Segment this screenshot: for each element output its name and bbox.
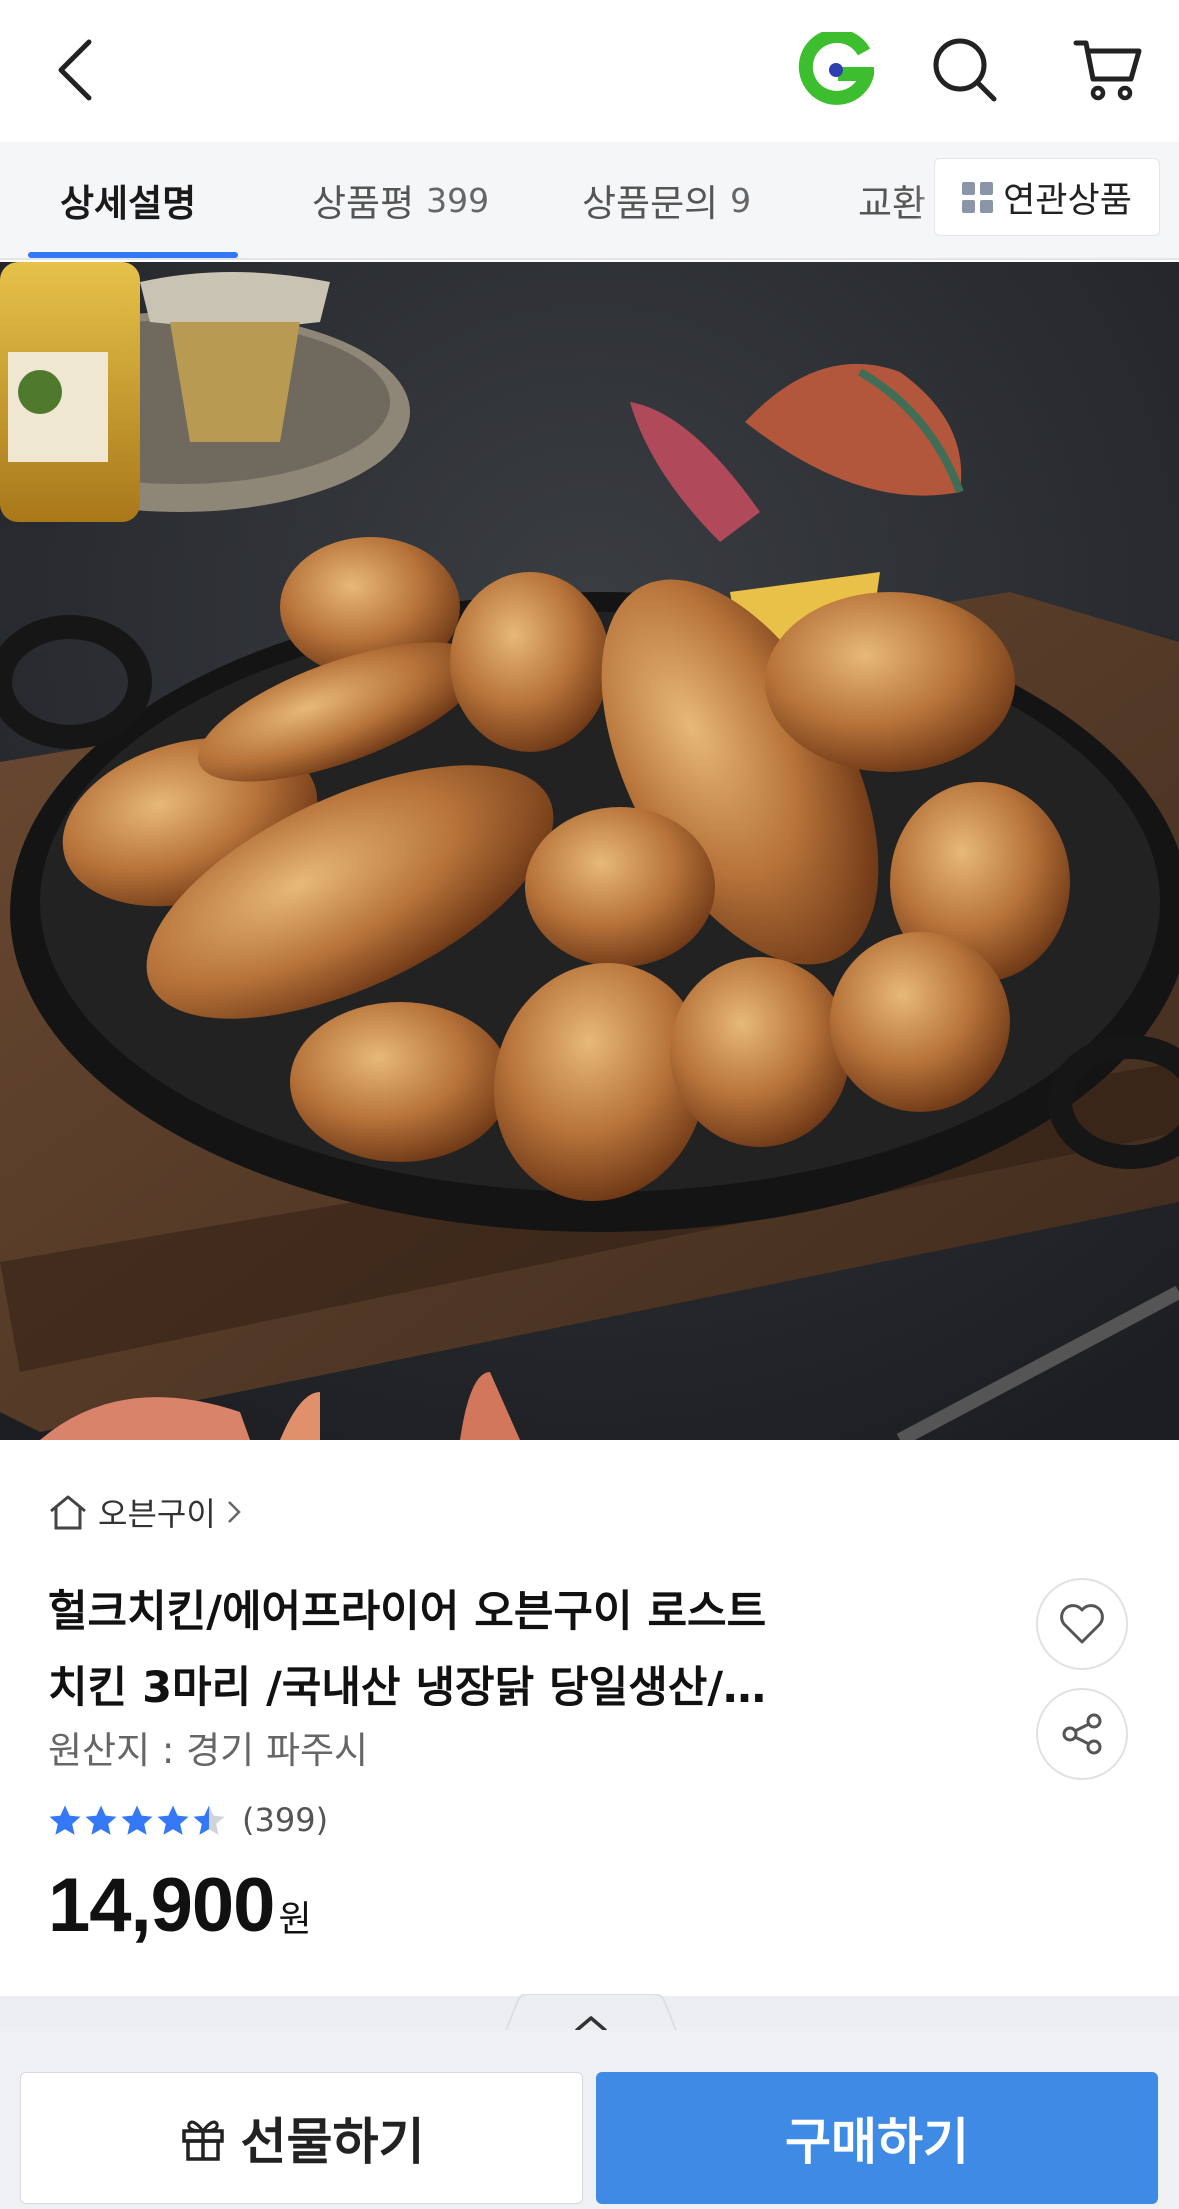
wishlist-button[interactable] (1036, 1578, 1128, 1670)
tab-label: 상품평 (312, 182, 415, 225)
buy-label: 구매하기 (785, 2113, 969, 2171)
tab-exchange[interactable]: 교환 (858, 142, 926, 258)
rating-count: (399) (242, 1801, 329, 1839)
rating[interactable]: (399) (48, 1796, 328, 1844)
tab-label: 상품문의 (582, 182, 719, 225)
chevron-left-icon (58, 39, 92, 101)
shop-name: 오븐구이 (98, 1495, 216, 1533)
shop-link[interactable]: 오븐구이 (48, 1488, 242, 1536)
grid-icon (962, 181, 994, 213)
roast-chicken-photo (0, 262, 1179, 1440)
back-button[interactable] (40, 30, 110, 110)
product-title-line2: 치킨 3마리 /국내산 냉장닭 당일생산/… (48, 1663, 767, 1713)
tab-count: 399 (426, 180, 490, 220)
search-icon (933, 38, 997, 102)
gmarket-logo[interactable] (776, 30, 896, 110)
related-products-label: 연관상품 (1003, 180, 1132, 221)
product-title: 헐크치킨/에어프라이어 오븐구이 로스트 치킨 3마리 /국내산 냉장닭 당일생… (48, 1574, 948, 1726)
share-button[interactable] (1036, 1688, 1128, 1780)
price-amount: 14,900 (48, 1863, 275, 1948)
home-icon (48, 1493, 88, 1531)
buy-button[interactable]: 구매하기 (596, 2072, 1158, 2204)
active-tab-indicator (28, 252, 238, 258)
detail-tabs: 상세설명 상품평 399 상품문의 9 교환 연관상품 (0, 142, 1179, 260)
gift-button[interactable]: 선물하기 (20, 2072, 583, 2204)
star-icon (85, 1805, 117, 1835)
product-title-line1: 헐크치킨/에어프라이어 오븐구이 로스트 (48, 1587, 767, 1637)
top-bar (0, 0, 1179, 142)
star-icon (49, 1805, 81, 1835)
tab-qna[interactable]: 상품문의 9 (582, 142, 751, 258)
star-icon (193, 1805, 225, 1835)
g-logo-icon (798, 32, 874, 105)
tab-label: 교환 (858, 182, 927, 225)
price-unit: 원 (278, 1899, 312, 1940)
gift-label: 선물하기 (240, 2113, 425, 2171)
related-products-button[interactable]: 연관상품 (934, 158, 1160, 236)
cart-button[interactable] (1058, 28, 1158, 112)
product-image[interactable] (0, 262, 1179, 1440)
search-button[interactable] (920, 30, 1010, 110)
bottom-action-bar: 선물하기 구매하기 (0, 2030, 1179, 2209)
heart-icon (1060, 1604, 1104, 1644)
price: 14,900 원 (48, 1862, 312, 1949)
origin-text: 원산지 : 경기 파주시 (48, 1729, 369, 1772)
star-icon (157, 1805, 189, 1835)
cart-icon (1073, 40, 1142, 101)
tab-count: 9 (730, 180, 752, 220)
chevron-right-icon (226, 1499, 242, 1525)
tab-detail[interactable]: 상세설명 (60, 142, 196, 258)
tab-label: 상세설명 (60, 182, 197, 225)
star-icon (121, 1805, 153, 1835)
rating-stars (48, 1804, 228, 1836)
share-icon (1062, 1713, 1102, 1755)
gift-icon (179, 2114, 227, 2162)
tab-reviews[interactable]: 상품평 399 (312, 142, 489, 258)
